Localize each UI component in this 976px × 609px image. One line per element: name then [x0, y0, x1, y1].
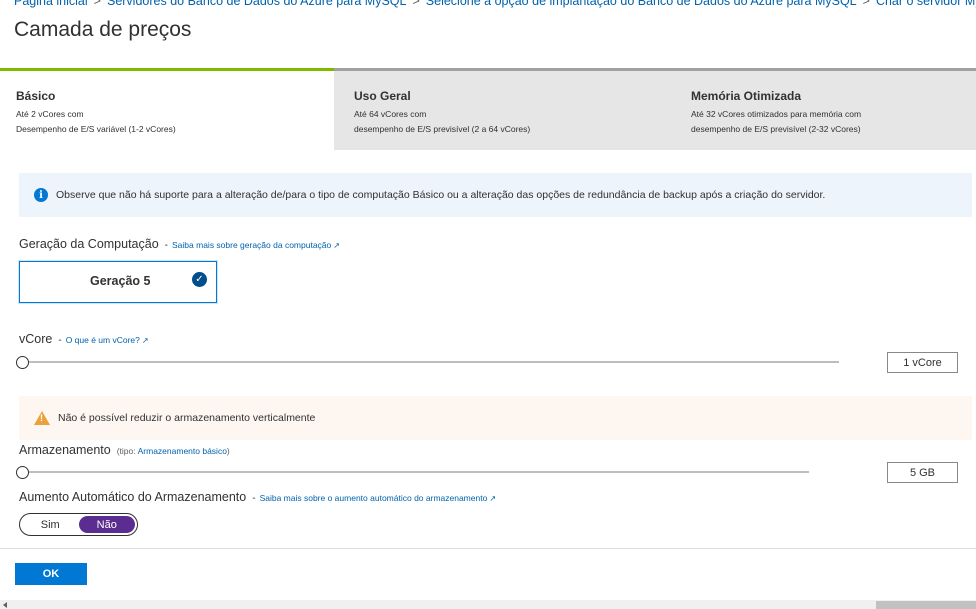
- breadcrumb: Página inicial > Servidores do Banco de Da…: [14, 0, 976, 10]
- auto-grow-toggle[interactable]: Sim Não: [19, 513, 138, 536]
- vcore-label: vCore: [19, 332, 53, 346]
- compute-generation-section: Geração da Computação - Saiba mais sobre g…: [19, 237, 340, 251]
- auto-grow-label: Aumento Automático do Armazenamento: [19, 490, 247, 504]
- tier-description-line1: Até 64 vCores com: [354, 109, 427, 119]
- vcore-slider-track[interactable]: [22, 361, 839, 363]
- generation-5-card[interactable]: Geração 5 ✓: [19, 261, 217, 303]
- footer-divider: [0, 548, 976, 549]
- scrollbar-thumb[interactable]: [876, 601, 976, 609]
- external-link-icon: ↗: [489, 494, 497, 503]
- warning-icon: !: [34, 411, 50, 425]
- storage-section: Armazenamento (tipo: Armazenamento básico): [19, 443, 232, 457]
- ok-button[interactable]: OK: [15, 563, 87, 585]
- storage-label: Armazenamento: [19, 443, 111, 457]
- vcore-section: vCore - O que é um vCore? ↗: [19, 332, 149, 346]
- breadcrumb-create-server[interactable]: Criar o servidor MySQL: [876, 0, 976, 8]
- label-dash: -: [252, 493, 256, 504]
- checkmark-icon: ✓: [192, 272, 207, 287]
- tier-name: Memória Otimizada: [691, 89, 802, 103]
- storage-value-input[interactable]: 5 GB: [887, 462, 958, 483]
- pricing-tier-tabs: Básico Até 2 vCores com Desempenho de E/…: [0, 68, 976, 150]
- breadcrumb-mysql-servers[interactable]: Servidores do Banco de Dados do Azure pa…: [107, 0, 406, 8]
- label-dash: -: [58, 335, 62, 346]
- breadcrumb-deployment-option[interactable]: Selecione a opção de implantação do Banc…: [426, 0, 857, 8]
- breadcrumb-home[interactable]: Página inicial: [14, 0, 88, 8]
- storage-slider-thumb[interactable]: [16, 466, 29, 479]
- info-banner: i Observe que não há suporte para a alte…: [19, 173, 972, 217]
- vcore-value-input[interactable]: 1 vCore: [887, 352, 958, 373]
- tier-description-line1: Até 2 vCores com: [16, 109, 84, 119]
- tier-memory-optimized[interactable]: Memória Otimizada Até 32 vCores otimizad…: [671, 68, 976, 150]
- tier-description-line2: desempenho de E/S previsível (2-32 vCore…: [691, 124, 861, 134]
- tier-description-line1: Até 32 vCores otimizados para memória co…: [691, 109, 862, 119]
- auto-grow-learn-more-link[interactable]: Saiba mais sobre o aumento automático do…: [260, 493, 496, 503]
- auto-grow-section: Aumento Automático do Armazenamento - Saib…: [19, 490, 496, 504]
- tier-name: Básico: [16, 89, 56, 103]
- toggle-option-no[interactable]: Não: [78, 516, 135, 533]
- compute-generation-learn-more-link[interactable]: Saiba mais sobre geração da computação ↗: [172, 240, 340, 250]
- page-title: Camada de preços: [14, 18, 192, 41]
- vcore-what-is-link[interactable]: O que é um vCore? ↗: [66, 335, 149, 345]
- storage-type-suffix: ): [226, 446, 230, 456]
- toggle-option-yes[interactable]: Sim: [22, 516, 79, 533]
- breadcrumb-separator: >: [93, 0, 101, 8]
- vcore-slider-thumb[interactable]: [16, 356, 29, 369]
- tier-basic[interactable]: Básico Até 2 vCores com Desempenho de E/…: [0, 68, 334, 150]
- tier-general-purpose[interactable]: Uso Geral Até 64 vCores com desempenho d…: [334, 68, 671, 150]
- warning-text: Não é possível reduzir o armazenamento v…: [58, 412, 316, 424]
- tier-name: Uso Geral: [354, 89, 411, 103]
- external-link-icon: ↗: [141, 336, 149, 345]
- breadcrumb-separator: >: [862, 0, 870, 8]
- horizontal-scrollbar[interactable]: [0, 600, 976, 609]
- storage-slider-track[interactable]: [22, 471, 809, 473]
- info-text: Observe que não há suporte para a altera…: [56, 189, 826, 201]
- warning-banner: ! Não é possível reduzir o armazenamento…: [19, 396, 972, 440]
- scroll-left-arrow-icon[interactable]: [3, 602, 7, 608]
- external-link-icon: ↗: [333, 241, 340, 250]
- label-dash: -: [164, 240, 169, 251]
- storage-type-link[interactable]: Armazenamento básico: [138, 446, 227, 456]
- tier-description-line2: desempenho de E/S previsível (2 a 64 vCo…: [354, 124, 531, 134]
- tier-description-line2: Desempenho de E/S variável (1-2 vCores): [16, 124, 176, 134]
- compute-generation-label: Geração da Computação: [19, 237, 159, 251]
- breadcrumb-separator: >: [412, 0, 420, 8]
- info-icon: i: [34, 188, 48, 202]
- storage-type-prefix: (tipo:: [116, 446, 136, 456]
- generation-option-label: Geração 5: [90, 274, 151, 288]
